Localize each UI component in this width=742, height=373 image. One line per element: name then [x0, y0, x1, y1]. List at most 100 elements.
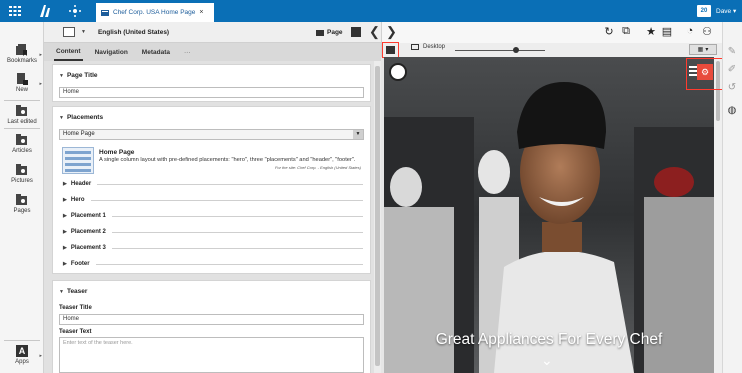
pen-icon[interactable]: ✎ [725, 44, 739, 58]
page-title-input[interactable]: Home [59, 87, 364, 98]
scrollbar-thumb[interactable] [375, 66, 380, 366]
page-type-label: Page [327, 29, 343, 36]
expand-preview-button[interactable]: ❯ [386, 24, 397, 40]
sidebar-item-label: Last edited [7, 119, 37, 125]
expand-triangle-icon: ▶ [63, 181, 67, 187]
refresh-icon[interactable]: ↺ [725, 80, 739, 94]
hero-headline: Great Appliances For Every Chef [435, 331, 663, 348]
teaser-title-label: Teaser Title [59, 305, 92, 311]
chevron-down-icon: ▾ [705, 47, 709, 53]
chevron-right-icon: ▸ [39, 353, 42, 359]
pencil-icon[interactable]: ✐ [725, 62, 739, 76]
expand-triangle-icon: ▶ [63, 197, 67, 203]
folder-search-icon [16, 164, 27, 175]
placement-row-header[interactable]: ▶ Header [63, 179, 363, 189]
history-icon[interactable]: ◔ [684, 25, 696, 37]
sidebar-item-pages[interactable]: Pages [0, 194, 44, 214]
chef-logo-icon[interactable] [389, 63, 407, 81]
user-menu[interactable]: Dave ▾ [716, 0, 736, 22]
tab-navigation[interactable]: Navigation [93, 43, 130, 61]
placement-row-placement-1[interactable]: ▶ Placement 1 [63, 211, 363, 221]
chevron-right-icon: ▸ [39, 81, 42, 87]
toggle-preview-mode-button[interactable] [382, 42, 399, 58]
section-header[interactable]: ▼ Placements [59, 114, 103, 121]
device-selector[interactable]: Desktop [411, 44, 445, 50]
slider-knob[interactable] [513, 47, 519, 53]
teaser-text-label: Teaser Text [59, 329, 92, 335]
locale-label: English (United States) [97, 28, 170, 36]
chart-icon[interactable]: ▤ [661, 25, 673, 38]
more-tabs-button[interactable]: ··· [182, 43, 193, 61]
placement-row-hero[interactable]: ▶ Hero [63, 195, 363, 205]
sidebar-item-label: Articles [12, 148, 32, 154]
brand-logo-icon[interactable] [34, 0, 56, 22]
expand-triangle-icon: ▶ [63, 213, 67, 219]
close-icon[interactable]: × [199, 9, 203, 16]
divider [4, 128, 40, 129]
tree-nav-icon[interactable] [64, 0, 86, 22]
placement-label: Hero [70, 197, 85, 203]
section-header[interactable]: ▼ Page Title [59, 72, 98, 79]
teaser-text-input[interactable]: Enter text of the teaser here. [59, 337, 364, 373]
sidebar-item-apps[interactable]: A Apps ▸ [0, 345, 44, 365]
left-sidebar: Bookmarks ▸ New ▸ Last edited Articles P… [0, 22, 44, 373]
sidebar-item-new[interactable]: New ▸ [0, 73, 44, 93]
section-header[interactable]: ▼ Teaser [59, 288, 87, 295]
top-bar: Chef Corp. USA Home Page × 20 Dave ▾ [0, 0, 742, 22]
star-icon[interactable]: ★ [645, 25, 657, 38]
placement-row-footer[interactable]: ▶ Footer [63, 259, 363, 269]
placement-label: Header [70, 181, 92, 187]
locale-icon[interactable] [63, 27, 75, 37]
layout-icon: ▦ [697, 47, 704, 53]
divider [4, 100, 40, 101]
sidebar-item-last-edited[interactable]: Last edited [0, 105, 44, 125]
preview-scrollbar[interactable] [714, 57, 722, 373]
layout-name: Home Page [99, 149, 135, 156]
teaser-title-input[interactable]: Home [59, 314, 364, 325]
collapse-triangle-icon: ▼ [59, 73, 64, 79]
sidebar-item-bookmarks[interactable]: Bookmarks ▸ [0, 44, 44, 64]
sidebar-item-articles[interactable]: Articles [0, 134, 44, 154]
chevron-down-icon[interactable]: ▼ [81, 29, 86, 35]
open-external-icon[interactable]: ⧉ [620, 25, 632, 37]
users-icon[interactable]: ⚇ [701, 25, 713, 38]
bookmark-icon [16, 44, 27, 56]
sidebar-item-label: Pictures [11, 178, 33, 184]
approve-icon[interactable] [351, 27, 361, 37]
monitor-icon [411, 44, 419, 50]
globe-icon[interactable]: ◍ [725, 103, 739, 117]
expand-triangle-icon: ▶ [63, 245, 67, 251]
notification-count[interactable]: 20 [697, 5, 711, 17]
collapse-editor-button[interactable]: ❮ [369, 24, 380, 40]
collapse-triangle-icon: ▼ [59, 289, 64, 295]
layout-site: For the site: Chef Corp. - English (Unit… [274, 165, 361, 170]
expand-triangle-icon: ▶ [63, 229, 67, 235]
sidebar-item-label: Bookmarks [6, 58, 37, 64]
reload-icon[interactable]: ↻ [603, 25, 615, 38]
view-options-button[interactable]: ▦ ▾ [689, 44, 717, 55]
sidebar-item-label: Apps [15, 359, 29, 365]
page-title-card: ▼ Page Title Home [52, 64, 371, 102]
placement-label: Placement 3 [70, 245, 106, 251]
divider [4, 340, 40, 341]
sidebar-item-label: New [15, 87, 28, 93]
tab-metadata[interactable]: Metadata [140, 43, 172, 61]
tab-content[interactable]: Content [54, 43, 83, 61]
section-title: Teaser [66, 288, 88, 295]
device-width-slider[interactable] [455, 50, 545, 51]
layout-description: A single column layout with pre-defined … [99, 157, 356, 163]
apps-icon: A [16, 345, 28, 357]
placement-row-placement-3[interactable]: ▶ Placement 3 [63, 243, 363, 253]
edit-placement-button[interactable]: ⚙ [686, 58, 724, 90]
editor-scrollbar[interactable] [374, 61, 381, 373]
document-tab[interactable]: Chef Corp. USA Home Page × [96, 3, 214, 22]
layout-select[interactable]: Home Page ▼ [59, 129, 364, 140]
document-tab-label: Chef Corp. USA Home Page [113, 9, 196, 16]
page-icon [101, 9, 109, 16]
placement-row-placement-2[interactable]: ▶ Placement 2 [63, 227, 363, 237]
scroll-down-icon[interactable]: ⌄ [541, 352, 553, 369]
page-type-indicator: Page [316, 22, 343, 43]
sidebar-item-pictures[interactable]: Pictures [0, 164, 44, 184]
grid-icon[interactable] [4, 0, 26, 22]
preview-hero-image[interactable] [384, 57, 714, 373]
